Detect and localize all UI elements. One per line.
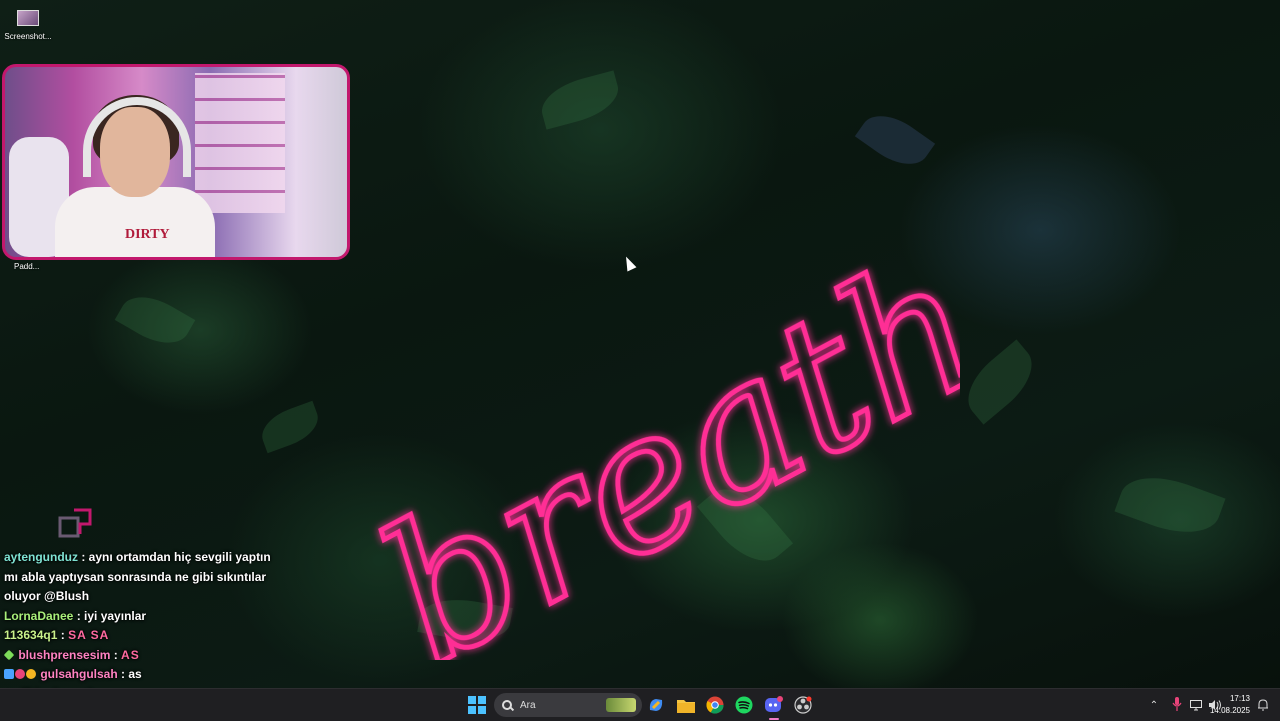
taskbar-search-box[interactable]: Ara <box>494 693 642 717</box>
webcam-shirt <box>55 187 215 257</box>
folder-icon <box>677 700 695 713</box>
spotify-icon <box>735 696 753 714</box>
chat-text: as <box>128 667 142 681</box>
chat-logo-icon <box>58 508 92 538</box>
gift-badge-icon <box>15 669 25 679</box>
clock[interactable]: 17:13 14.08.2025 <box>1210 693 1250 717</box>
clock-time: 17:13 <box>1229 694 1250 703</box>
chat-message: 113634q1 : SA SA <box>2 626 272 646</box>
diamond-badge-icon <box>3 649 15 660</box>
notification-bell-icon[interactable] <box>1256 698 1270 712</box>
clock-date: 14.08.2025 <box>1209 706 1250 715</box>
chat-emote-text: AS <box>121 647 140 662</box>
shirt-text: DIRTY <box>125 227 170 242</box>
taskbar-discord[interactable] <box>763 694 785 716</box>
chat-separator: : <box>117 667 129 681</box>
wallpaper-leaf <box>255 400 325 454</box>
chat-separator: : <box>78 550 89 564</box>
desktop-icon-label: Screenshot... <box>4 32 52 41</box>
search-placeholder: Ara <box>520 699 536 711</box>
wallpaper-leaf <box>955 339 1045 425</box>
microphone-icon[interactable] <box>1170 697 1184 713</box>
chat-separator: : <box>57 628 69 642</box>
chat-message: aytengunduz : aynı ortamdan hiç sevgili … <box>2 548 272 607</box>
taskbar-file-explorer[interactable] <box>675 694 697 716</box>
wallpaper-leaf <box>1114 464 1226 546</box>
image-file-icon <box>17 10 39 26</box>
headset-icon <box>83 97 191 177</box>
chat-username: aytengunduz <box>4 550 78 564</box>
chat-message: LornaDanee : iyi yayınlar <box>2 607 272 627</box>
chat-emote-text: SA SA <box>68 628 110 642</box>
chat-message: blushprensesim : AS <box>2 646 272 666</box>
chat-username: 113634q1 <box>4 628 58 642</box>
neon-breathe-sign: breathe <box>346 157 960 660</box>
chat-message: gulsahgulsah : as <box>2 665 272 685</box>
search-highlight-icon <box>606 698 636 712</box>
taskbar-copilot[interactable] <box>645 694 667 716</box>
chat-overlay: aytengunduz : aynı ortamdan hiç sevgili … <box>2 548 272 688</box>
chat-username: gulsahgulsah <box>40 667 118 681</box>
wallpaper-leaf <box>114 285 196 355</box>
chevron-up-icon[interactable]: ⌃ <box>1146 700 1162 711</box>
webcam-shelf <box>195 73 285 213</box>
start-button[interactable] <box>466 694 488 716</box>
discord-icon <box>765 696 783 712</box>
chat-username: blushprensesim <box>18 647 111 662</box>
neon-text: breathe <box>349 160 960 660</box>
subscriber-badge-icon <box>4 669 14 679</box>
chrome-icon <box>706 696 724 714</box>
chat-separator: : <box>73 608 85 623</box>
taskbar-app[interactable] <box>792 694 814 716</box>
bits-badge-icon <box>26 669 36 679</box>
copilot-icon <box>649 699 663 711</box>
webcam-window[interactable]: DIRTY <box>2 64 350 260</box>
taskbar: Ara ⌃ 17:13 14.08.2025 <box>0 688 1280 721</box>
network-icon[interactable] <box>1190 697 1204 713</box>
search-icon <box>502 700 512 710</box>
chat-username: LornaDanee <box>4 608 74 623</box>
chat-text: iyi yayınlar <box>84 608 147 623</box>
desktop: breathe Screenshot... DIRTY Padd... ayte… <box>0 0 1280 688</box>
taskbar-chrome[interactable] <box>704 694 726 716</box>
webcam-label: Padd... <box>14 262 40 271</box>
taskbar-spotify[interactable] <box>733 694 755 716</box>
desktop-icon-screenshot[interactable]: Screenshot... <box>4 10 52 41</box>
windows-logo-icon <box>468 696 486 714</box>
chat-separator: : <box>110 647 122 662</box>
obs-icon <box>794 696 812 714</box>
